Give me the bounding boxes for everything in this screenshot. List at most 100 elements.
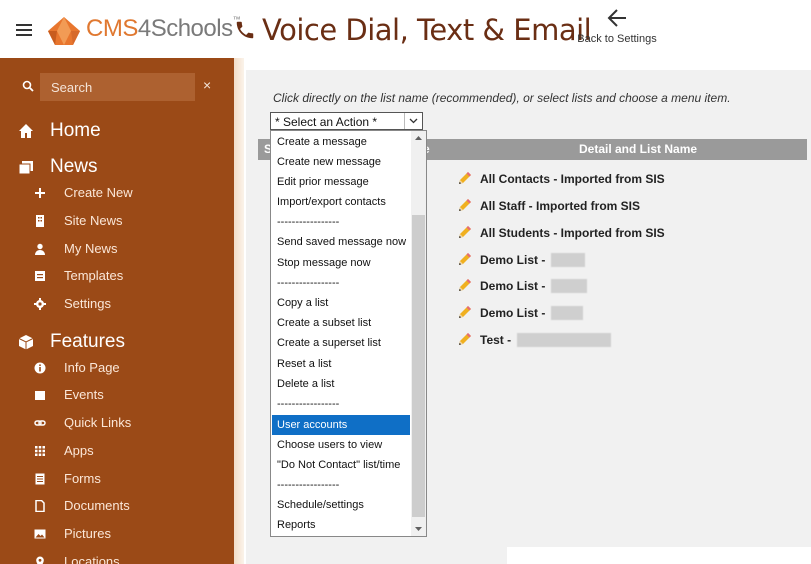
- pencil-edit-icon[interactable]: [456, 332, 472, 348]
- sidebar-item-my-news[interactable]: My News: [34, 241, 117, 256]
- sidebar-item-label: Site News: [64, 213, 123, 228]
- menu-separator[interactable]: -----------------: [272, 273, 410, 293]
- menu-item-edit-prior-message[interactable]: Edit prior message: [272, 172, 410, 192]
- menu-item-import-export-contacts[interactable]: Import/export contacts: [272, 192, 410, 212]
- list-name-link[interactable]: Demo List -: [480, 253, 545, 267]
- menu-item-choose-users-to-view[interactable]: Choose users to view: [272, 435, 410, 455]
- action-select[interactable]: * Select an Action *: [270, 112, 423, 130]
- sidebar-item-apps[interactable]: Apps: [34, 443, 94, 458]
- sidebar-item-documents[interactable]: Documents: [34, 498, 130, 513]
- menu-item-reset-a-list[interactable]: Reset a list: [272, 354, 410, 374]
- sidebar-item-label: Features: [50, 331, 125, 352]
- sidebar-item-templates[interactable]: Templates: [34, 268, 123, 283]
- picture-icon: [34, 529, 46, 538]
- menu-separator[interactable]: -----------------: [272, 212, 410, 232]
- pencil-edit-icon[interactable]: [456, 225, 472, 241]
- sidebar-item-settings[interactable]: Settings: [34, 296, 111, 311]
- sidebar-item-label: Documents: [64, 498, 130, 513]
- list-name-link[interactable]: All Staff - Imported from SIS: [480, 199, 640, 213]
- column-header-detail: Detail and List Name: [579, 142, 698, 156]
- list-name-link[interactable]: All Contacts - Imported from SIS: [480, 172, 665, 186]
- sidebar-item-events[interactable]: Events: [34, 387, 104, 402]
- menu-item-do-not-contact[interactable]: "Do Not Contact" list/time: [272, 455, 410, 475]
- menu-item-reports[interactable]: Reports: [272, 515, 410, 535]
- table-row[interactable]: All Students - Imported from SIS: [456, 224, 665, 242]
- menu-item-delete-a-list[interactable]: Delete a list: [272, 374, 410, 394]
- location-icon: [36, 556, 44, 564]
- dropdown-scrollbar[interactable]: [411, 131, 426, 536]
- menu-item-schedule-settings[interactable]: Schedule/settings: [272, 495, 410, 515]
- sidebar-item-quick-links[interactable]: Quick Links: [34, 415, 131, 430]
- table-row[interactable]: Demo List -: [456, 304, 584, 322]
- user-icon: [35, 243, 45, 255]
- sidebar-item-label: Settings: [64, 296, 111, 311]
- cube-icon: [18, 335, 34, 350]
- menu-separator[interactable]: -----------------: [272, 475, 410, 495]
- menu-item-create-a-superset-list[interactable]: Create a superset list: [272, 333, 410, 353]
- menu-item-create-new-message[interactable]: Create new message: [272, 152, 410, 172]
- hamburger-menu-icon[interactable]: [16, 24, 32, 36]
- sidebar-item-label: My News: [64, 241, 118, 256]
- template-icon: [35, 270, 45, 281]
- menu-item-create-a-subset-list[interactable]: Create a subset list: [272, 313, 410, 333]
- menu-item-create-a-message[interactable]: Create a message: [272, 132, 410, 152]
- pencil-edit-icon[interactable]: [456, 278, 472, 294]
- home-icon: [19, 124, 33, 138]
- menu-separator[interactable]: -----------------: [272, 394, 410, 414]
- list-name-link[interactable]: Test -: [480, 333, 511, 347]
- table-row[interactable]: All Contacts - Imported from SIS: [456, 170, 665, 188]
- list-name-link[interactable]: Demo List -: [480, 279, 545, 293]
- grid-icon: [35, 445, 45, 456]
- menu-item-user-accounts[interactable]: User accounts: [272, 415, 410, 435]
- form-icon: [35, 473, 45, 484]
- plus-icon: [35, 187, 45, 198]
- footer-strip: [507, 547, 811, 564]
- pencil-edit-icon[interactable]: [456, 171, 472, 187]
- sidebar-item-label: Locations: [64, 554, 120, 564]
- close-search-icon[interactable]: ×: [203, 77, 211, 93]
- select-dropdown-button[interactable]: [404, 113, 422, 129]
- back-to-settings-button[interactable]: Back to Settings: [575, 8, 659, 52]
- pencil-edit-icon[interactable]: [456, 305, 472, 321]
- sidebar-item-site-news[interactable]: Site News: [34, 213, 123, 228]
- table-row[interactable]: Demo List -: [456, 251, 586, 269]
- pencil-edit-icon[interactable]: [456, 198, 472, 214]
- menu-item-send-saved-message-now[interactable]: Send saved message now: [272, 232, 410, 252]
- sidebar-item-label: Events: [64, 387, 104, 402]
- action-dropdown-list: Create a message Create new message Edit…: [270, 130, 427, 537]
- sidebar-item-label: Home: [50, 120, 101, 141]
- chevron-down-icon: [409, 118, 418, 124]
- pencil-edit-icon[interactable]: [456, 252, 472, 268]
- info-icon: [34, 362, 46, 373]
- back-to-settings-label: Back to Settings: [577, 33, 657, 45]
- sidebar-item-pictures[interactable]: Pictures: [34, 526, 111, 541]
- sidebar-item-info-page[interactable]: Info Page: [34, 360, 120, 375]
- sidebar-item-features[interactable]: Features: [18, 331, 125, 353]
- sidebar-item-label: Create New: [64, 185, 133, 200]
- cms4schools-logo-icon: [48, 17, 80, 45]
- table-row[interactable]: All Staff - Imported from SIS: [456, 197, 640, 215]
- arrow-left-icon: [607, 9, 626, 27]
- sidebar-item-news[interactable]: News: [18, 156, 98, 178]
- table-row[interactable]: Test -: [456, 331, 612, 349]
- sidebar-item-create-new[interactable]: Create New: [34, 185, 133, 200]
- sidebar-item-home[interactable]: Home: [18, 120, 101, 142]
- scrollbar-thumb[interactable]: [412, 215, 425, 517]
- menu-item-copy-a-list[interactable]: Copy a list: [272, 293, 410, 313]
- building-icon: [36, 214, 44, 227]
- brand-logo-text: CMS4Schools™: [86, 15, 241, 42]
- scroll-down-arrow-icon[interactable]: [411, 521, 426, 536]
- list-name-link[interactable]: Demo List -: [480, 306, 545, 320]
- list-name-link[interactable]: All Students - Imported from SIS: [480, 226, 665, 240]
- sidebar-item-forms[interactable]: Forms: [34, 471, 101, 486]
- redacted-text: [517, 333, 612, 347]
- menu-item-stop-message-now[interactable]: Stop message now: [272, 253, 410, 273]
- gear-icon: [34, 297, 46, 310]
- scroll-up-arrow-icon[interactable]: [411, 131, 426, 146]
- sidebar-item-locations[interactable]: Locations: [34, 554, 120, 564]
- sidebar-item-label: News: [50, 156, 98, 177]
- redacted-text: [551, 306, 584, 320]
- sidebar-search-input[interactable]: [40, 73, 195, 101]
- action-select-value: * Select an Action *: [275, 115, 378, 129]
- table-row[interactable]: Demo List -: [456, 277, 588, 295]
